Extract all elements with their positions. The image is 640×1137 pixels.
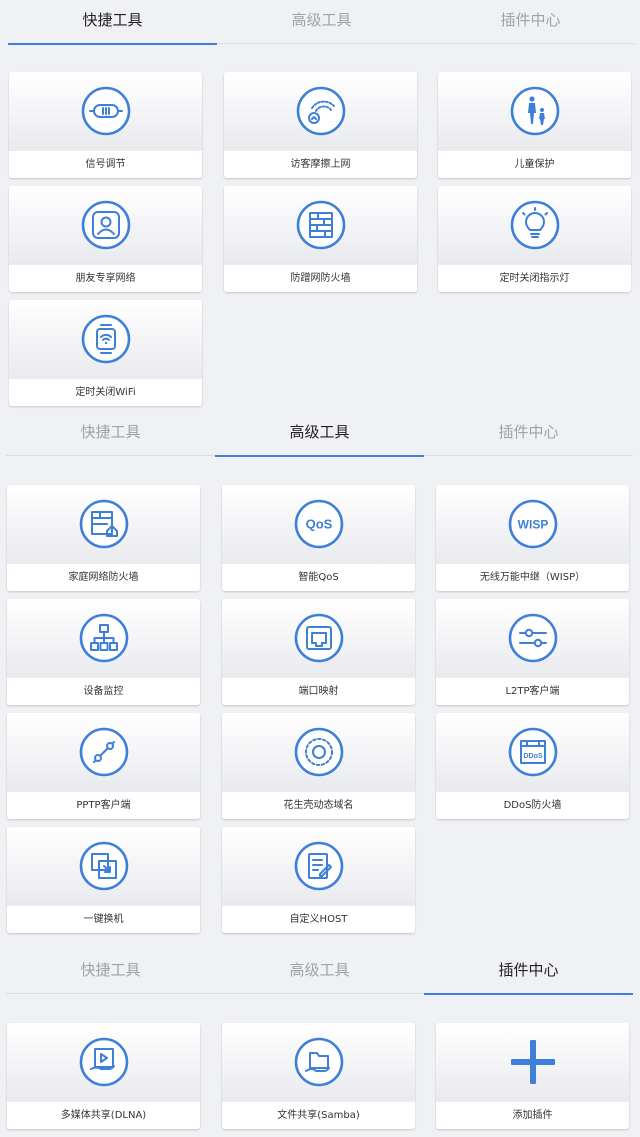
- guest-wifi-icon: [296, 86, 346, 136]
- tool-card[interactable]: 文件共享(Samba): [222, 1023, 415, 1129]
- friend-network-icon: [81, 200, 131, 250]
- tab-bar: 快捷工具 高级工具 插件中心: [6, 412, 633, 457]
- tab-bar: 快捷工具 高级工具 插件中心: [8, 0, 635, 45]
- card-label: 定时关闭WiFi: [9, 378, 202, 406]
- plus-icon: [508, 1037, 558, 1087]
- tab-item[interactable]: 快捷工具: [8, 0, 217, 45]
- bulb-icon: [510, 200, 560, 250]
- firewall-icon: [296, 200, 346, 250]
- watch-wifi-icon: [81, 314, 131, 364]
- card-label: 自定义HOST: [222, 905, 415, 933]
- card-label: 信号调节: [9, 150, 202, 178]
- tab-item[interactable]: 快捷工具: [6, 412, 215, 456]
- sliders-icon: [508, 613, 558, 663]
- tool-card[interactable]: QoS 智能QoS: [222, 485, 415, 591]
- tool-card[interactable]: DDoS DDoS防火墙: [436, 713, 629, 819]
- wisp-icon: WISP: [508, 499, 558, 549]
- tab-item[interactable]: 插件中心: [424, 950, 633, 995]
- dynamic-dns-icon: [294, 727, 344, 777]
- home-firewall-icon: [79, 499, 129, 549]
- card-label: DDoS防火墙: [436, 791, 629, 819]
- edit-host-icon: [294, 841, 344, 891]
- tool-card[interactable]: 访客摩擦上网: [224, 72, 417, 178]
- device-monitor-icon: [79, 613, 129, 663]
- card-label: 设备监控: [7, 677, 200, 705]
- file-share-icon: [294, 1037, 344, 1087]
- card-label: 定时关闭指示灯: [438, 264, 631, 292]
- tool-card[interactable]: 防蹭网防火墙: [224, 186, 417, 292]
- card-label: 儿童保护: [438, 150, 631, 178]
- card-label: 花生壳动态域名: [222, 791, 415, 819]
- tool-card[interactable]: 自定义HOST: [222, 827, 415, 933]
- card-label: 访客摩擦上网: [224, 150, 417, 178]
- tab-item[interactable]: 高级工具: [217, 0, 426, 44]
- link-icon: [79, 727, 129, 777]
- switch-device-icon: [79, 841, 129, 891]
- tab-item[interactable]: 高级工具: [215, 412, 424, 457]
- tool-card[interactable]: 端口映射: [222, 599, 415, 705]
- card-label: 一键换机: [7, 905, 200, 933]
- svg-text:QoS: QoS: [306, 517, 333, 532]
- ddos-icon: DDoS: [508, 727, 558, 777]
- card-label: 智能QoS: [222, 563, 415, 591]
- tab-bar: 快捷工具 高级工具 插件中心: [6, 950, 633, 995]
- card-label: L2TP客户端: [436, 677, 629, 705]
- port-mapping-icon: [294, 613, 344, 663]
- tool-card[interactable]: 儿童保护: [438, 72, 631, 178]
- tool-card[interactable]: 多媒体共享(DLNA): [7, 1023, 200, 1129]
- tab-item[interactable]: 快捷工具: [6, 950, 215, 994]
- card-label: 无线万能中继（WISP）: [436, 563, 629, 591]
- svg-text:WISP: WISP: [518, 517, 549, 531]
- tool-card[interactable]: 家庭网络防火墙: [7, 485, 200, 591]
- card-label: 添加插件: [436, 1101, 629, 1129]
- tool-card[interactable]: 定时关闭WiFi: [9, 300, 202, 406]
- tool-card[interactable]: PPTP客户端: [7, 713, 200, 819]
- qos-icon: QoS: [294, 499, 344, 549]
- tool-card[interactable]: L2TP客户端: [436, 599, 629, 705]
- tool-card[interactable]: 一键换机: [7, 827, 200, 933]
- signal-adjust-icon: [81, 86, 131, 136]
- tab-item[interactable]: 插件中心: [426, 0, 635, 44]
- svg-text:DDoS: DDoS: [523, 753, 542, 760]
- card-label: 端口映射: [222, 677, 415, 705]
- card-label: 家庭网络防火墙: [7, 563, 200, 591]
- card-label: PPTP客户端: [7, 791, 200, 819]
- tool-card[interactable]: 信号调节: [9, 72, 202, 178]
- tool-card[interactable]: 添加插件: [436, 1023, 629, 1129]
- card-label: 文件共享(Samba): [222, 1101, 415, 1129]
- media-share-icon: [79, 1037, 129, 1087]
- card-label: 多媒体共享(DLNA): [7, 1101, 200, 1129]
- tool-card[interactable]: 设备监控: [7, 599, 200, 705]
- card-label: 防蹭网防火墙: [224, 264, 417, 292]
- tab-item[interactable]: 插件中心: [424, 412, 633, 456]
- tool-card[interactable]: WISP 无线万能中继（WISP）: [436, 485, 629, 591]
- tool-card[interactable]: 朋友专享网络: [9, 186, 202, 292]
- tool-card[interactable]: 定时关闭指示灯: [438, 186, 631, 292]
- card-label: 朋友专享网络: [9, 264, 202, 292]
- tool-card[interactable]: 花生壳动态域名: [222, 713, 415, 819]
- tab-item[interactable]: 高级工具: [215, 950, 424, 994]
- child-protect-icon: [510, 86, 560, 136]
